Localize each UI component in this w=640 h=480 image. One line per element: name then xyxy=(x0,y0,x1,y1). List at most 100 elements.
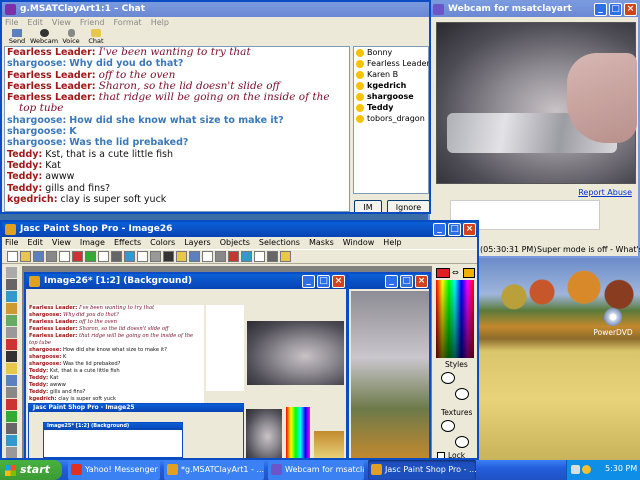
psp-tool-icon[interactable] xyxy=(6,363,17,374)
menu-view[interactable]: View xyxy=(52,17,71,29)
psp-toolbar-icon[interactable] xyxy=(228,251,239,262)
task-webcam[interactable]: Webcam for msatclay... xyxy=(268,460,364,480)
start-button[interactable]: start xyxy=(0,460,62,480)
voice-button[interactable]: Voice xyxy=(58,29,84,46)
image26-maximize-button[interactable]: □ xyxy=(317,275,330,288)
style-swatch-2[interactable] xyxy=(455,388,469,400)
psp-toolbar-icon[interactable] xyxy=(124,251,135,262)
psp-tool-icon[interactable] xyxy=(6,291,17,302)
task-yahoo-messenger[interactable]: Yahoo! Messenger (I... xyxy=(68,460,160,480)
texture-swatch-1[interactable] xyxy=(441,420,455,432)
psp-tool-icon[interactable] xyxy=(6,411,17,422)
psp-menu-selections[interactable]: Selections xyxy=(259,237,300,249)
psp-tool-icon[interactable] xyxy=(6,435,17,446)
texture-swatch-2[interactable] xyxy=(455,436,469,448)
psp-tool-icon[interactable] xyxy=(6,351,17,362)
psp-menu-effects[interactable]: Effects xyxy=(114,237,141,249)
psp-menu-layers[interactable]: Layers xyxy=(184,237,210,249)
psp-menu-file[interactable]: File xyxy=(5,237,18,249)
background-color-swatch[interactable] xyxy=(463,268,475,278)
image-window-2-minimize-button[interactable]: _ xyxy=(385,275,398,288)
image-window-2-titlebar[interactable]: _ □ × xyxy=(349,274,429,289)
menu-friend[interactable]: Friend xyxy=(80,17,105,29)
menu-help[interactable]: Help xyxy=(151,17,169,29)
psp-minimize-button[interactable]: _ xyxy=(433,223,446,236)
psp-tool-icon[interactable] xyxy=(6,375,17,386)
psp-tool-icon[interactable] xyxy=(6,279,17,290)
psp-toolbar-icon[interactable] xyxy=(46,251,57,262)
psp-menu-help[interactable]: Help xyxy=(383,237,401,249)
desktop-icon-powerdvd[interactable]: PowerDVD xyxy=(593,308,633,346)
psp-toolbar-icon[interactable] xyxy=(163,251,174,262)
psp-menu-image[interactable]: Image xyxy=(80,237,105,249)
report-abuse-link[interactable]: Report Abuse xyxy=(578,188,632,197)
psp-menu-objects[interactable]: Objects xyxy=(220,237,250,249)
psp-menu-edit[interactable]: Edit xyxy=(27,237,43,249)
webcam-titlebar[interactable]: Webcam for msatclayart _ □ × xyxy=(430,2,638,17)
psp-tool-icon[interactable] xyxy=(6,327,17,338)
lock-checkbox[interactable] xyxy=(437,452,445,458)
psp-toolbar-icon[interactable] xyxy=(150,251,161,262)
psp-toolbar-icon[interactable] xyxy=(254,251,265,262)
psp-toolbar-icon[interactable] xyxy=(20,251,31,262)
color-picker[interactable] xyxy=(436,280,474,358)
psp-toolbar-icon[interactable] xyxy=(176,251,187,262)
psp-tool-icon[interactable] xyxy=(6,315,17,326)
user-list-item[interactable]: shargoose xyxy=(354,91,428,102)
ignore-user-button[interactable]: Ignore User xyxy=(387,200,429,212)
user-list-item[interactable]: Teddy xyxy=(354,102,428,113)
image26-titlebar[interactable]: Image26* [1:2] (Background) _ □ × xyxy=(26,274,346,289)
psp-menu-masks[interactable]: Masks xyxy=(309,237,334,249)
chat-titlebar[interactable]: g.MSATClayArt1:1 – Chat xyxy=(2,2,429,17)
psp-menu-colors[interactable]: Colors xyxy=(150,237,175,249)
menu-edit[interactable]: Edit xyxy=(27,17,43,29)
psp-toolbar-icon[interactable] xyxy=(137,251,148,262)
clock[interactable]: 5:30 PM xyxy=(605,464,637,473)
image26-close-button[interactable]: × xyxy=(332,275,345,288)
psp-toolbar-icon[interactable] xyxy=(98,251,109,262)
menu-file[interactable]: File xyxy=(5,17,18,29)
image-window-2-close-button[interactable]: × xyxy=(415,275,428,288)
psp-toolbar-icon[interactable] xyxy=(33,251,44,262)
tray-icon-2[interactable] xyxy=(582,465,591,474)
minimize-button[interactable]: _ xyxy=(594,3,607,16)
psp-toolbar-icon[interactable] xyxy=(189,251,200,262)
psp-tool-icon[interactable] xyxy=(6,399,17,410)
psp-toolbar-icon[interactable] xyxy=(72,251,83,262)
tray-icon-1[interactable] xyxy=(571,465,580,474)
close-button[interactable]: × xyxy=(624,3,637,16)
psp-toolbar-icon[interactable] xyxy=(59,251,70,262)
psp-titlebar[interactable]: Jasc Paint Shop Pro - Image26 _ □ × xyxy=(2,222,477,237)
psp-toolbar-icon[interactable] xyxy=(7,251,18,262)
maximize-button[interactable]: □ xyxy=(609,3,622,16)
psp-menu-view[interactable]: View xyxy=(52,237,71,249)
psp-tool-icon[interactable] xyxy=(6,339,17,350)
psp-close-button[interactable]: × xyxy=(463,223,476,236)
psp-menu-window[interactable]: Window xyxy=(343,237,375,249)
user-list-item[interactable]: Bonny xyxy=(354,47,428,58)
webcam-button[interactable]: Webcam xyxy=(30,29,58,46)
swap-colors-icon[interactable]: ⇔ xyxy=(452,268,459,277)
send-file-button[interactable]: Send File xyxy=(4,29,30,53)
psp-tool-icon[interactable] xyxy=(6,303,17,314)
psp-tool-icon[interactable] xyxy=(6,267,17,278)
image-window-2-maximize-button[interactable]: □ xyxy=(400,275,413,288)
psp-tool-icon[interactable] xyxy=(6,423,17,434)
psp-toolbar-icon[interactable] xyxy=(267,251,278,262)
im-button[interactable]: IM xyxy=(354,200,382,212)
psp-toolbar-icon[interactable] xyxy=(111,251,122,262)
foreground-color-swatch[interactable] xyxy=(436,268,450,278)
psp-toolbar-icon[interactable] xyxy=(241,251,252,262)
user-list-item[interactable]: tobors_dragon xyxy=(354,113,428,124)
psp-maximize-button[interactable]: □ xyxy=(448,223,461,236)
psp-tool-icon[interactable] xyxy=(6,387,17,398)
task-paint-shop-pro[interactable]: Jasc Paint Shop Pro - ... xyxy=(368,460,476,480)
psp-toolbar-icon[interactable] xyxy=(215,251,226,262)
user-list-item[interactable]: Karen B xyxy=(354,69,428,80)
chat-button[interactable]: Chat xyxy=(84,29,108,46)
image26-minimize-button[interactable]: _ xyxy=(302,275,315,288)
psp-toolbar-icon[interactable] xyxy=(280,251,291,262)
style-swatch-1[interactable] xyxy=(441,372,455,384)
task-chat[interactable]: *g.MSATClayArt1 - ... xyxy=(164,460,264,480)
user-list-item[interactable]: Fearless Leader xyxy=(354,58,429,69)
